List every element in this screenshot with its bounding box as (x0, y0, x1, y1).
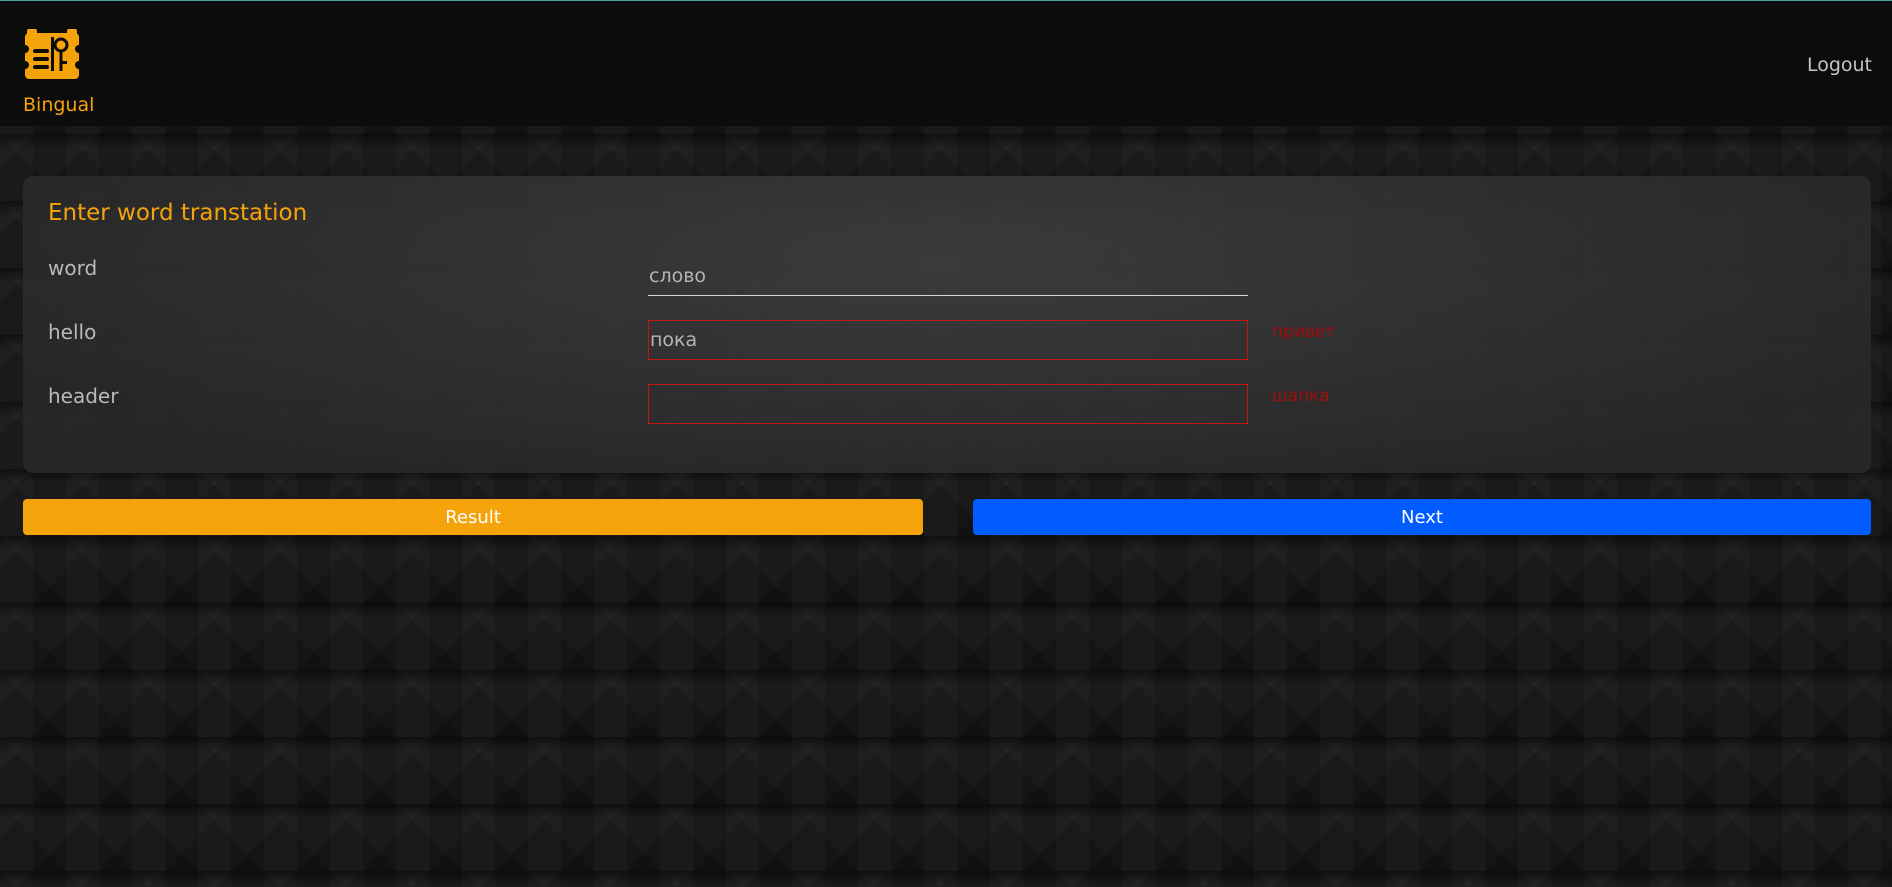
translation-card: Enter word transtation word hello привет… (23, 176, 1871, 473)
logout-link[interactable]: Logout (1807, 54, 1872, 76)
correct-answer-hint: привет (1272, 322, 1336, 342)
next-button[interactable]: Next (973, 499, 1871, 535)
translation-input-hello[interactable] (648, 320, 1248, 360)
app-header: Bingual Logout (0, 0, 1892, 126)
brand-name[interactable]: Bingual (23, 94, 94, 116)
brand[interactable]: Bingual (23, 27, 113, 117)
translation-input-word[interactable] (648, 256, 1248, 296)
bingual-logo-icon (25, 29, 79, 79)
word-label: header (48, 384, 119, 408)
result-button[interactable]: Result (23, 499, 923, 535)
correct-answer-hint: шапка (1272, 386, 1330, 406)
word-label: word (48, 256, 98, 280)
word-label: hello (48, 320, 97, 344)
translation-input-header[interactable] (648, 384, 1248, 424)
card-title: Enter word transtation (48, 200, 308, 226)
